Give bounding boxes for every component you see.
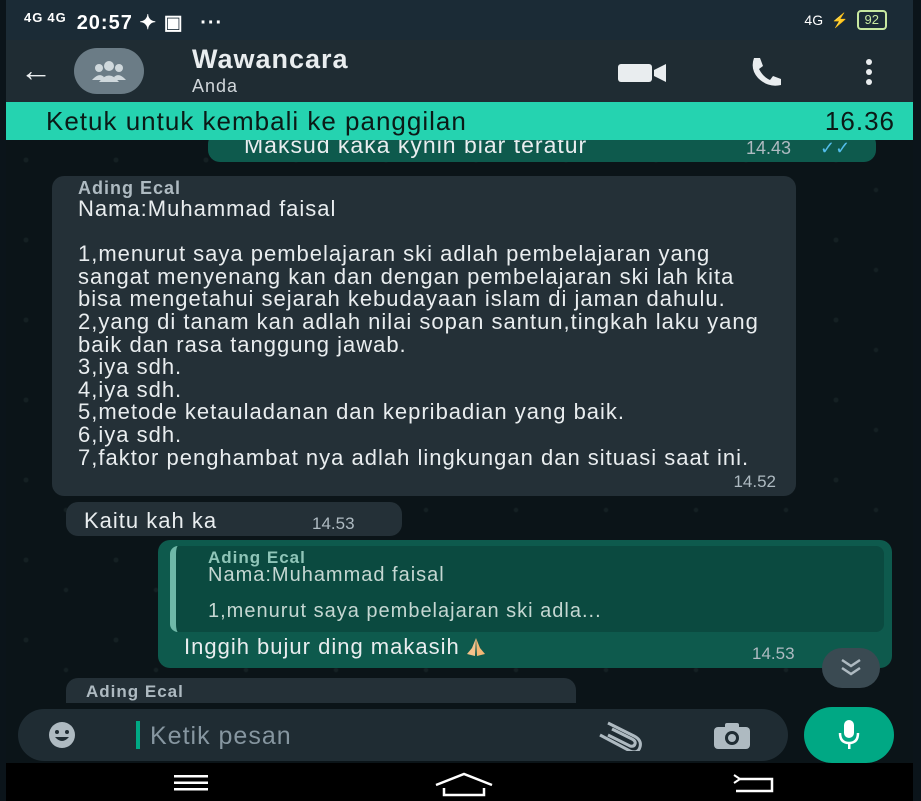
recent-apps-icon[interactable] [174, 775, 208, 791]
more-options-icon[interactable] [862, 58, 876, 86]
voice-record-button[interactable] [804, 707, 894, 763]
message-sender: Ading Ecal [86, 682, 184, 701]
incoming-message[interactable]: Kaitu kah ka 14.53 [66, 502, 402, 536]
more-notifications: ··· [200, 12, 224, 34]
folded-hands-emoji-icon [466, 638, 485, 656]
chat-area[interactable]: Maksud kaka kynih biar teratur 14.43 ✓✓ … [6, 140, 913, 703]
group-avatar[interactable] [74, 48, 144, 94]
signal-icon: 4G [24, 10, 44, 25]
outgoing-reply-message[interactable]: Ading Ecal Nama:Muhammad faisal 1,menuru… [158, 540, 892, 668]
message-text: Nama:Muhammad faisal 1,menurut saya pemb… [78, 196, 759, 470]
charging-icon: ⚡ [831, 11, 849, 28]
status-bar: 4G 4G 20:57 ✦ ▣ ··· 4G ⚡ 92 [6, 0, 913, 40]
home-icon[interactable] [432, 771, 496, 797]
app-frame: 4G 4G 20:57 ✦ ▣ ··· 4G ⚡ 92 ← Wawancara An… [6, 0, 913, 801]
phone-call-icon[interactable] [748, 56, 784, 88]
message-composer[interactable] [18, 709, 788, 761]
double-chevron-down-icon [841, 658, 861, 676]
outgoing-message[interactable]: Maksud kaka kynih biar teratur 14.43 ✓✓ [208, 140, 876, 162]
video-call-icon[interactable] [618, 62, 668, 84]
chat-header: ← Wawancara Anda [6, 40, 913, 102]
clock: 20:57 [76, 12, 133, 34]
message-time: 14.52 [733, 472, 776, 491]
message-time: 14.43 [746, 140, 792, 158]
microphone-icon [838, 720, 860, 749]
chat-title[interactable]: Wawancara [192, 44, 349, 75]
quoted-text-line: Nama:Muhammad faisal [208, 564, 445, 586]
system-nav-bar [6, 763, 913, 801]
group-icon [92, 61, 126, 82]
usb-icon: ✦ [139, 12, 158, 34]
camera-icon[interactable] [712, 721, 752, 751]
incoming-message[interactable]: Ading Ecal Nama:Muhammad faisal 1,menuru… [52, 176, 796, 496]
message-text: Inggih bujur ding makasih [184, 634, 460, 659]
scroll-to-bottom-button[interactable] [822, 648, 880, 688]
notification-icon: ▣ [163, 12, 184, 34]
message-text: Maksud kaka kynih biar teratur [244, 140, 588, 158]
read-receipt-icon: ✓✓ [820, 140, 851, 158]
message-time: 14.53 [312, 514, 355, 533]
battery-icon: 92 [856, 10, 887, 30]
call-duration: 16.36 [824, 106, 895, 136]
text-cursor [136, 721, 140, 749]
network-4g-icon: 4G [804, 12, 824, 28]
quoted-message[interactable]: Ading Ecal Nama:Muhammad faisal 1,menuru… [170, 546, 884, 632]
attachment-icon[interactable] [594, 721, 644, 751]
return-to-call-banner[interactable]: Ketuk untuk kembali ke panggilan 16.36 [6, 102, 913, 140]
return-to-call-text: Ketuk untuk kembali ke panggilan [46, 106, 467, 136]
emoji-icon[interactable] [48, 721, 76, 749]
chat-subtitle: Anda [192, 76, 239, 96]
quoted-text-line: 1,menurut saya pembelajaran ski adla... [208, 600, 602, 622]
back-nav-icon[interactable] [732, 773, 776, 793]
message-text: Kaitu kah ka [84, 508, 218, 533]
message-text-wrap: Inggih bujur ding makasih [184, 634, 488, 660]
back-arrow-icon[interactable]: ← [20, 52, 56, 88]
signal-icon-2: 4G [47, 10, 67, 25]
status-right: 4G ⚡ 92 [804, 10, 887, 30]
message-input[interactable] [148, 717, 572, 755]
incoming-message[interactable]: Ading Ecal [66, 678, 576, 703]
message-time: 14.53 [752, 644, 795, 663]
compose-bar [6, 703, 913, 763]
status-left: 4G 4G 20:57 ✦ ▣ ··· [24, 10, 223, 35]
